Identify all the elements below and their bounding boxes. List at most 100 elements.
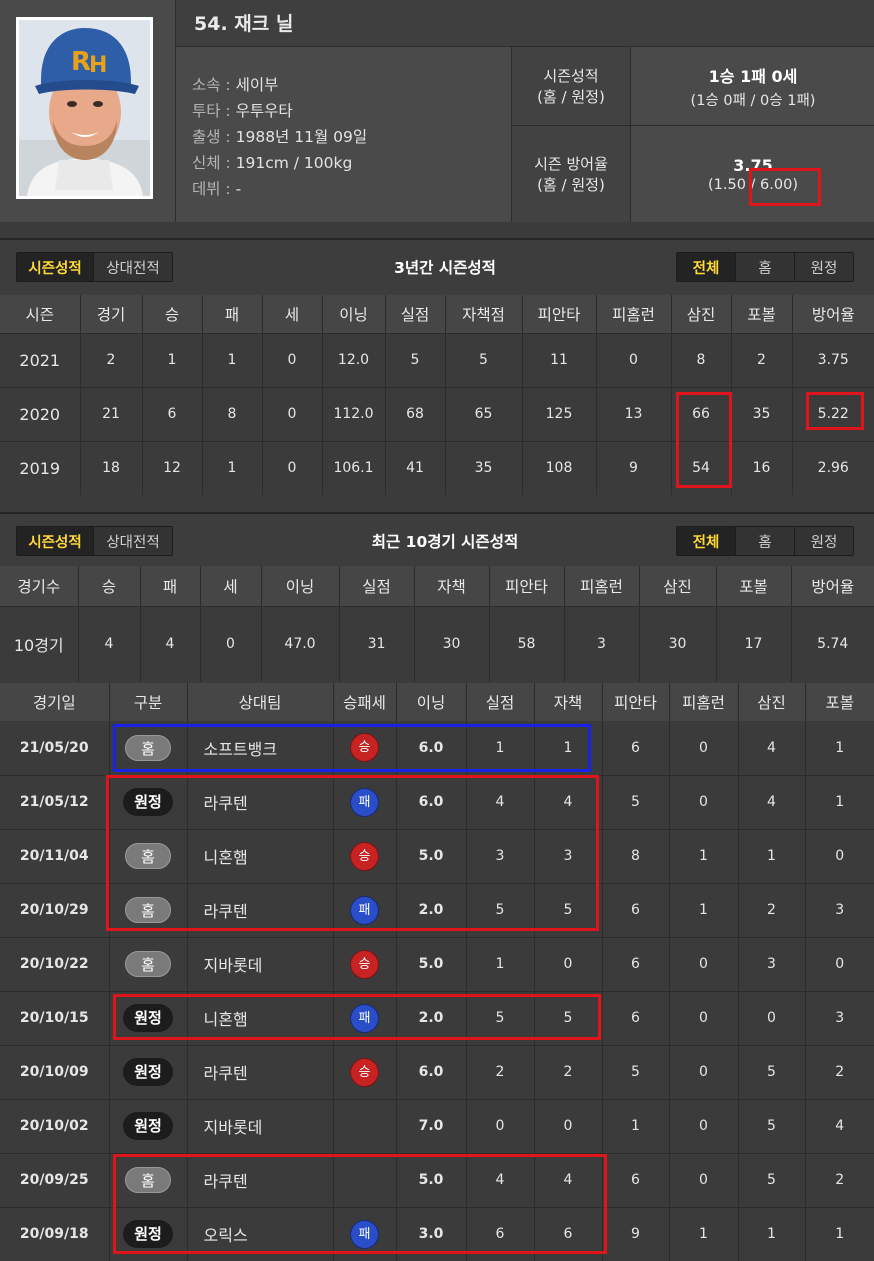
recent-title: 최근 10경기 시즌성적 [371, 533, 519, 551]
game-date: 20/09/18 [0, 1206, 110, 1261]
tab-group: 시즌성적 상대전적 [16, 526, 173, 556]
season-summary-box: 시즌성적 (홈 / 원정) 1승 1패 0세 (1승 0패 / 0승 1패) 시… [511, 47, 874, 222]
filter-group: 전체 홈 원정 [676, 252, 854, 282]
stat-cell: 18 [80, 440, 143, 495]
season-cell: 2019 [0, 440, 81, 495]
result-cell: 승 [333, 936, 397, 991]
innings-cell: 5.0 [396, 936, 467, 991]
venue-cell: 원정 [109, 774, 188, 829]
stat-cell: 65 [445, 386, 523, 441]
stat-cell: 8 [671, 332, 732, 387]
opponent-team: 니혼햄 [187, 828, 334, 883]
innings-cell: 3.0 [396, 1206, 467, 1261]
table-header-row: 경기일 구분 상대팀 승패세 이닝 실점 자책 피안타 피홈런 삼진 포볼 [0, 683, 874, 721]
stat-cell: 5 [466, 882, 535, 937]
tab-season-stats[interactable]: 시즌성적 [17, 253, 93, 281]
games-count-cell: 10경기 [0, 605, 79, 682]
stat-cell: 0 [738, 990, 806, 1045]
table-row: 2019 18 12 1 0 106.1 41 35 108 9 54 16 2.96 [0, 440, 874, 495]
result-cell: 패 [333, 1206, 397, 1261]
away-badge: 원정 [123, 788, 173, 816]
filter-away[interactable]: 원정 [794, 527, 853, 555]
stat-cell: 5 [602, 1044, 670, 1099]
stat-cell: 3 [738, 936, 806, 991]
stat-cell: 5 [738, 1152, 806, 1207]
innings-cell: 5.0 [396, 1152, 467, 1207]
player-profile: R H 소속 : 세이부 투타 : 우투우타 출생 : 1988년 11월 09… [0, 0, 874, 222]
stat-cell: 17 [716, 605, 792, 682]
column-header: 실점 [339, 566, 415, 606]
stat-cell: 5 [466, 990, 535, 1045]
column-header: 이닝 [396, 683, 467, 721]
stat-cell: 0 [669, 774, 739, 829]
stat-cell: 0 [596, 332, 672, 387]
stat-cell: 0 [669, 1152, 739, 1207]
info-debut: 데뷔 : - [192, 180, 242, 198]
home-badge: 홈 [125, 897, 171, 923]
stat-cell: 2 [731, 332, 793, 387]
win-badge: 승 [351, 734, 378, 762]
venue-cell: 원정 [109, 990, 188, 1045]
stat-cell: 0 [200, 605, 262, 682]
stat-cell: 6 [602, 990, 670, 1045]
stat-cell: 11 [522, 332, 597, 387]
game-date: 20/10/15 [0, 990, 110, 1045]
info-label: 출생 [192, 128, 221, 146]
stat-cell: 1 [466, 721, 535, 775]
result-cell: 승 [333, 721, 397, 775]
stat-cell: 35 [731, 386, 793, 441]
venue-cell: 홈 [109, 936, 188, 991]
filter-home[interactable]: 홈 [735, 253, 794, 281]
opponent-team: 라쿠텐 [187, 882, 334, 937]
column-header: 이닝 [322, 295, 386, 333]
filter-all[interactable]: 전체 [677, 253, 735, 281]
stat-cell: 66 [671, 386, 732, 441]
column-header: 포볼 [731, 295, 793, 333]
game-row: 20/09/25 홈 라쿠텐 5.0 4 4 6 0 5 2 [0, 1152, 874, 1207]
column-header: 세 [262, 295, 323, 333]
table-header-row: 시즌 경기 승 패 세 이닝 실점 자책점 피안타 피홈런 삼진 포볼 방어율 [0, 295, 874, 333]
column-header: 피안타 [602, 683, 670, 721]
stat-cell: 5 [738, 1044, 806, 1099]
stat-cell: 0 [534, 936, 603, 991]
stat-cell: 6 [534, 1206, 603, 1261]
season-record-main: 1승 1패 0세 [708, 66, 798, 86]
stat-cell: 3 [466, 828, 535, 883]
venue-cell: 홈 [109, 882, 188, 937]
stat-cell: 1 [805, 774, 874, 829]
tab-season-stats[interactable]: 시즌성적 [17, 527, 93, 555]
game-row: 20/10/02 원정 지바롯데 7.0 0 0 1 0 5 4 [0, 1098, 874, 1153]
filter-home[interactable]: 홈 [735, 527, 794, 555]
column-header: 실점 [385, 295, 446, 333]
stat-cell: 3 [805, 990, 874, 1045]
tab-versus-stats[interactable]: 상대전적 [93, 527, 172, 555]
stat-cell: 4 [738, 721, 806, 775]
column-header: 경기일 [0, 683, 110, 721]
venue-cell: 홈 [109, 1152, 188, 1207]
away-badge: 원정 [123, 1112, 173, 1140]
stat-cell: 1 [738, 828, 806, 883]
stat-cell: 6 [142, 386, 203, 441]
game-row: 20/10/15 원정 니혼햄 패 2.0 5 5 6 0 0 3 [0, 990, 874, 1045]
game-date: 20/11/04 [0, 828, 110, 883]
stat-cell: 6 [602, 936, 670, 991]
away-badge: 원정 [123, 1004, 173, 1032]
stat-cell: 112.0 [322, 386, 386, 441]
season-era-main: 3.75 [733, 155, 773, 175]
stat-cell: 0 [466, 1098, 535, 1153]
stat-cell: 2 [534, 1044, 603, 1099]
column-header: 방어율 [792, 295, 874, 333]
tab-versus-stats[interactable]: 상대전적 [93, 253, 172, 281]
filter-away[interactable]: 원정 [794, 253, 853, 281]
opponent-team: 니혼햄 [187, 990, 334, 1045]
venue-cell: 홈 [109, 721, 188, 775]
stat-cell: 47.0 [261, 605, 340, 682]
name-bar: 54. 재크 닐 [175, 0, 874, 47]
stat-cell: 4 [78, 605, 141, 682]
season-cell: 2021 [0, 332, 81, 387]
filter-all[interactable]: 전체 [677, 527, 735, 555]
venue-cell: 원정 [109, 1206, 188, 1261]
stat-cell: 1 [669, 882, 739, 937]
stat-cell: 4 [466, 1152, 535, 1207]
table-row: 2021 2 1 1 0 12.0 5 5 11 0 8 2 3.75 [0, 332, 874, 387]
